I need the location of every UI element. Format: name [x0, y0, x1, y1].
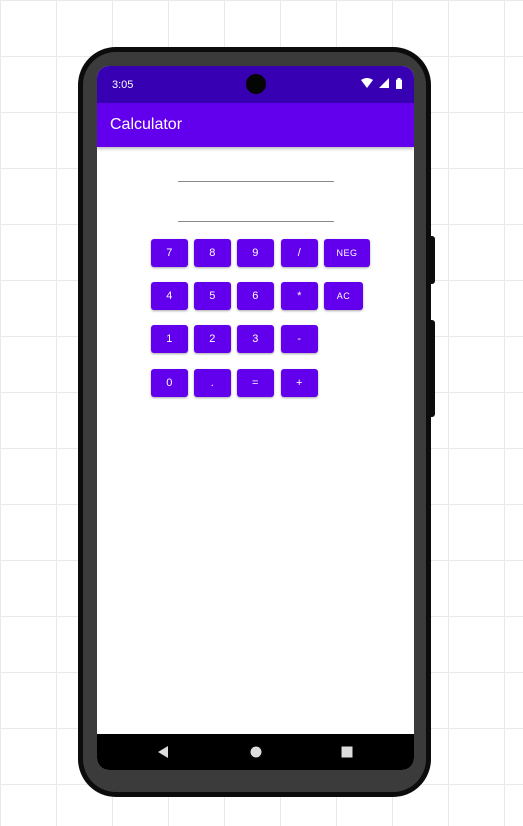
key-4[interactable]: 4: [151, 282, 188, 310]
key-all-clear[interactable]: AC: [324, 282, 363, 310]
second-number-field[interactable]: [178, 201, 334, 222]
key-equals[interactable]: =: [237, 369, 274, 397]
key-6[interactable]: 6: [237, 282, 274, 310]
phone-screen: 3:05 Calculator 7 8 9 / NEG 4 5 6 * AC 1…: [97, 66, 414, 770]
signal-icon: [378, 78, 389, 88]
first-number-field[interactable]: [178, 161, 334, 182]
key-0[interactable]: 0: [151, 369, 188, 397]
keypad: 7 8 9 / NEG 4 5 6 * AC 1 2 3 - 0 . = +: [151, 239, 381, 399]
home-button[interactable]: [236, 734, 276, 770]
back-icon: [158, 746, 168, 758]
recents-button[interactable]: [327, 734, 367, 770]
back-button[interactable]: [143, 734, 183, 770]
front-camera: [246, 74, 266, 94]
battery-icon: [396, 78, 402, 89]
key-subtract[interactable]: -: [281, 325, 318, 353]
volume-button: [430, 320, 435, 417]
key-5[interactable]: 5: [194, 282, 231, 310]
key-divide[interactable]: /: [281, 239, 318, 267]
key-negate[interactable]: NEG: [324, 239, 370, 267]
power-button: [430, 236, 435, 284]
key-decimal[interactable]: .: [194, 369, 231, 397]
key-multiply[interactable]: *: [281, 282, 318, 310]
app-title: Calculator: [110, 116, 183, 133]
key-9[interactable]: 9: [237, 239, 274, 267]
status-icons: [361, 78, 402, 90]
wifi-icon: [361, 78, 374, 88]
app-bar: Calculator: [97, 103, 414, 147]
recents-icon: [341, 746, 353, 758]
status-bar: 3:05: [97, 66, 414, 103]
key-8[interactable]: 8: [194, 239, 231, 267]
key-add[interactable]: +: [281, 369, 318, 397]
navigation-bar: [97, 734, 414, 770]
status-time: 3:05: [112, 79, 134, 91]
home-icon: [250, 746, 262, 758]
key-1[interactable]: 1: [151, 325, 188, 353]
key-3[interactable]: 3: [237, 325, 274, 353]
key-7[interactable]: 7: [151, 239, 188, 267]
key-2[interactable]: 2: [194, 325, 231, 353]
